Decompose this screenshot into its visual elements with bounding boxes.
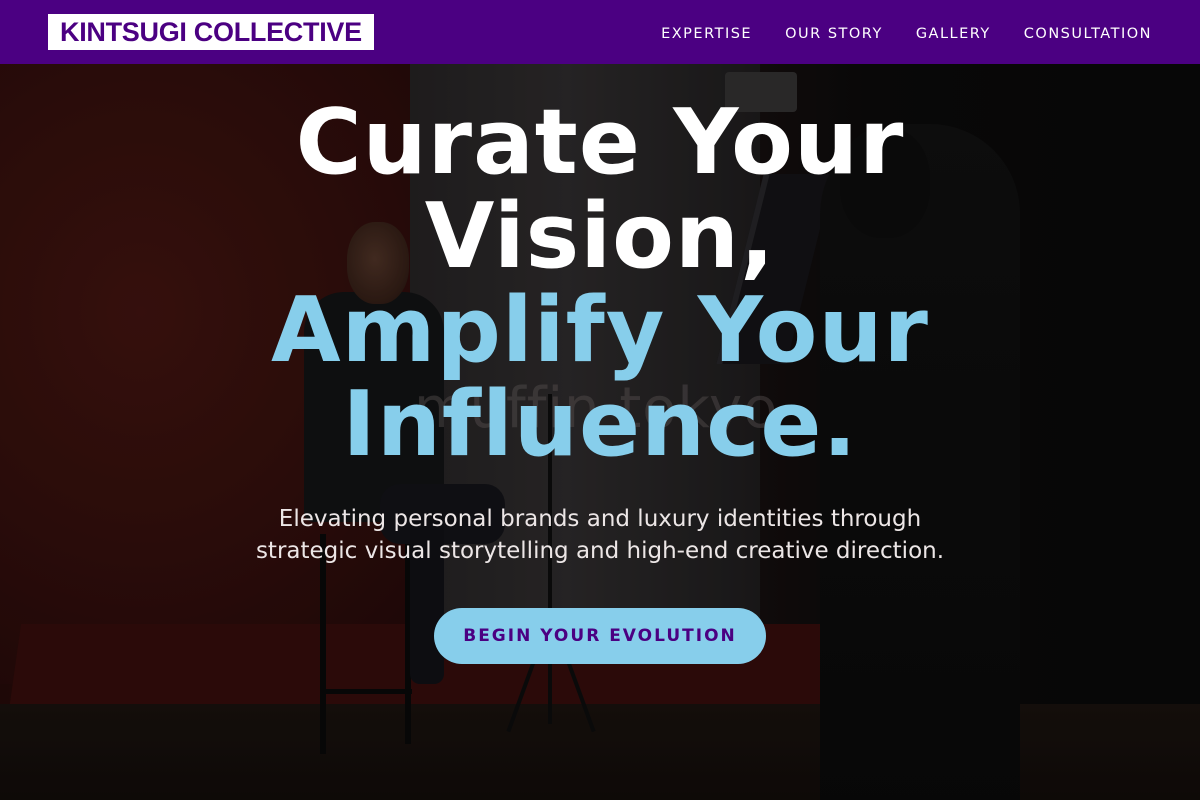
- nav-link-consultation[interactable]: CONSULTATION: [1024, 26, 1152, 42]
- headline-line-1: Curate Your: [295, 90, 905, 195]
- headline-line-2: Vision,: [424, 184, 776, 289]
- brand-logo[interactable]: KINTSUGI COLLECTIVE: [48, 14, 374, 50]
- hero-headline: Curate Your Vision, Amplify Your Influen…: [271, 96, 929, 472]
- nav-item-expertise: EXPERTISE: [661, 23, 752, 42]
- nav-item-our-story: OUR STORY: [785, 23, 883, 42]
- top-navbar: KINTSUGI COLLECTIVE EXPERTISE OUR STORY …: [0, 0, 1200, 64]
- headline-accent-line-2: Influence.: [342, 372, 858, 477]
- nav-link-our-story[interactable]: OUR STORY: [785, 26, 883, 42]
- hero-section: Curate Your Vision, Amplify Your Influen…: [0, 64, 1200, 800]
- headline-accent-line-1: Amplify Your: [271, 278, 929, 383]
- nav-item-consultation: CONSULTATION: [1024, 23, 1152, 42]
- nav-links: EXPERTISE OUR STORY GALLERY CONSULTATION: [661, 23, 1152, 42]
- hero-subtitle: Elevating personal brands and luxury ide…: [255, 506, 945, 564]
- nav-item-gallery: GALLERY: [916, 23, 991, 42]
- nav-link-expertise[interactable]: EXPERTISE: [661, 26, 752, 42]
- begin-evolution-button[interactable]: BEGIN YOUR EVOLUTION: [434, 608, 766, 664]
- nav-link-gallery[interactable]: GALLERY: [916, 26, 991, 42]
